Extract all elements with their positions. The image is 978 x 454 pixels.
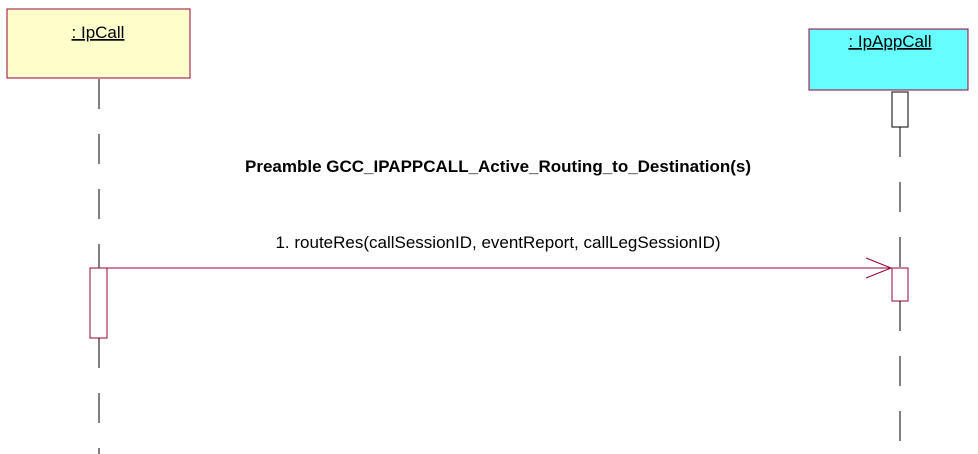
lifeline-label-ipappcall: : IpAppCall xyxy=(848,32,931,51)
lifeline-ipappcall: : IpAppCall xyxy=(808,28,969,454)
preamble-note: Preamble GCC_IPAPPCALL_Active_Routing_to… xyxy=(245,157,751,176)
activation-bar-ipappcall-top xyxy=(891,91,909,128)
lifeline-ipcall: : IpCall xyxy=(6,8,191,454)
sequence-diagram: : IpCall : IpAppCall Preamble GCC_IPAPPC… xyxy=(6,8,969,454)
message-1[interactable]: 1. routeRes(callSessionID, eventReport, … xyxy=(107,233,893,279)
message-1-label: 1. routeRes(callSessionID, eventReport, … xyxy=(275,233,720,252)
lifeline-box-ipcall[interactable] xyxy=(6,8,191,79)
activation-bar-ipappcall xyxy=(891,267,909,302)
lifeline-label-ipcall: : IpCall xyxy=(72,23,125,42)
activation-bar-ipcall xyxy=(89,267,108,339)
